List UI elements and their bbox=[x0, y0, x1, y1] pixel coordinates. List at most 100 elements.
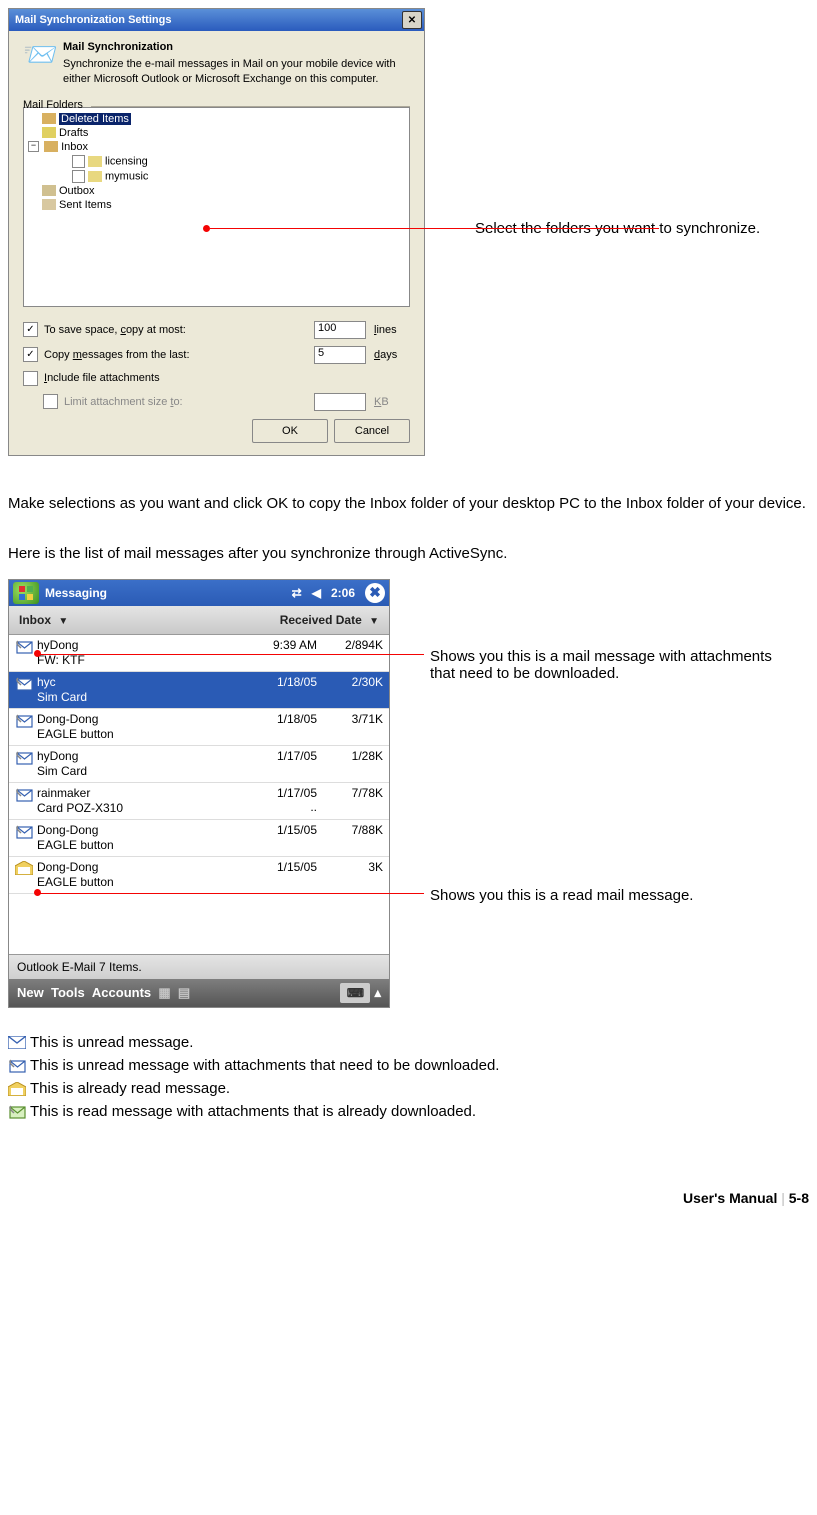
message-row[interactable]: Dong-DongEAGLE button1/18/053/71K bbox=[9, 709, 389, 746]
legend-unread-attach: This is unread message with attachments … bbox=[30, 1057, 499, 1074]
checkbox-copy-days[interactable]: ✓ bbox=[23, 347, 38, 362]
message-row[interactable]: Dong-DongEAGLE button1/15/057/88K bbox=[9, 820, 389, 857]
checkbox-limit-size bbox=[43, 394, 58, 409]
start-icon[interactable] bbox=[13, 582, 39, 604]
device-close-icon[interactable]: ✖ bbox=[365, 583, 385, 603]
sender: hyDong bbox=[37, 749, 243, 764]
mail-sync-icon: 📨 bbox=[23, 41, 63, 87]
subject: Card POZ-X310 bbox=[37, 801, 243, 816]
subject: FW: KTF bbox=[37, 653, 243, 668]
subject: Sim Card bbox=[37, 690, 243, 705]
label-copy-days: Copy messages from the last: bbox=[44, 349, 314, 361]
toolbar-icon-1[interactable]: ▦ bbox=[158, 985, 170, 1001]
message-date: 1/15/05 bbox=[243, 860, 317, 874]
device-status-text: Outlook E-Mail 7 Items. bbox=[9, 954, 389, 979]
message-row[interactable]: hycSim Card1/18/052/30K bbox=[9, 672, 389, 709]
message-date: 1/17/05 bbox=[243, 749, 317, 763]
device-statusbar: Messaging ⇄ ◀ 2:06 ✖ bbox=[9, 580, 389, 606]
unread-attach-icon bbox=[8, 1057, 30, 1074]
input-copy-days[interactable]: 5 bbox=[314, 346, 366, 364]
subject: EAGLE button bbox=[37, 838, 243, 853]
sender: hyDong bbox=[37, 638, 243, 653]
checkbox-include-attach[interactable] bbox=[23, 371, 38, 386]
message-row[interactable]: rainmakerCard POZ-X3101/17/05..7/78K bbox=[9, 783, 389, 820]
message-icon bbox=[15, 823, 37, 853]
dialog-heading: Mail Synchronization bbox=[63, 41, 410, 53]
tree-item-inbox[interactable]: − Inbox bbox=[28, 140, 405, 154]
legend-read-attach: This is read message with attachments th… bbox=[30, 1103, 476, 1120]
input-copy-lines[interactable]: 100 bbox=[314, 321, 366, 339]
icon-legend: This is unread message. This is unread m… bbox=[8, 1034, 809, 1120]
subject: EAGLE button bbox=[37, 727, 243, 742]
message-icon bbox=[15, 749, 37, 779]
tree-item-mymusic[interactable]: mymusic bbox=[28, 169, 405, 184]
close-icon[interactable]: ✕ bbox=[402, 11, 422, 29]
message-date: 1/15/05 bbox=[243, 823, 317, 837]
volume-icon[interactable]: ◀ bbox=[312, 586, 321, 600]
sender: hyc bbox=[37, 675, 243, 690]
label-include-attach: Include file attachments bbox=[44, 372, 410, 384]
keyboard-icon[interactable]: ⌨ bbox=[340, 983, 370, 1003]
sender: rainmaker bbox=[37, 786, 243, 801]
subject: Sim Card bbox=[37, 764, 243, 779]
sender: Dong-Dong bbox=[37, 860, 243, 875]
received-date-dropdown[interactable]: Received Date ▼ bbox=[280, 613, 379, 627]
dialog-title: Mail Synchronization Settings bbox=[15, 14, 171, 26]
unread-icon bbox=[8, 1034, 30, 1051]
unit-days: days bbox=[374, 349, 410, 361]
input-limit-size bbox=[314, 393, 366, 411]
legend-read: This is already read message. bbox=[30, 1080, 230, 1097]
message-date: 9:39 AM bbox=[243, 638, 317, 652]
menu-tools[interactable]: Tools bbox=[51, 985, 85, 1000]
paragraph-2: Here is the list of mail messages after … bbox=[8, 540, 809, 569]
clock-text[interactable]: 2:06 bbox=[331, 586, 355, 600]
legend-unread: This is unread message. bbox=[30, 1034, 193, 1051]
unit-kb: KB bbox=[374, 396, 410, 408]
dialog-description: Synchronize the e-mail messages in Mail … bbox=[63, 57, 410, 87]
message-row[interactable]: Dong-DongEAGLE button1/15/053K bbox=[9, 857, 389, 894]
folder-tree[interactable]: Deleted Items Drafts − Inbox licensing m… bbox=[23, 107, 410, 307]
tree-item-licensing[interactable]: licensing bbox=[28, 154, 405, 169]
sender: Dong-Dong bbox=[37, 823, 243, 838]
connectivity-icon[interactable]: ⇄ bbox=[292, 586, 302, 600]
device-screenshot: Messaging ⇄ ◀ 2:06 ✖ Inbox ▼ Received Da… bbox=[8, 579, 390, 1008]
dialog-titlebar[interactable]: Mail Synchronization Settings ✕ bbox=[9, 9, 424, 31]
read-attach-icon bbox=[8, 1103, 30, 1120]
message-icon bbox=[15, 712, 37, 742]
callout-attachment: Shows you this is a mail message with at… bbox=[430, 646, 800, 682]
tree-item-drafts[interactable]: Drafts bbox=[28, 126, 405, 140]
message-size: 3/71K bbox=[317, 712, 383, 742]
inbox-dropdown[interactable]: Inbox ▼ bbox=[19, 613, 68, 627]
chevron-up-icon[interactable]: ▴ bbox=[374, 985, 381, 1001]
unit-lines: lines bbox=[374, 324, 410, 336]
message-size: 7/78K bbox=[317, 786, 383, 816]
read-icon bbox=[8, 1080, 30, 1097]
message-icon bbox=[15, 860, 37, 890]
paragraph-1: Make selections as you want and click OK… bbox=[8, 490, 809, 519]
message-size: 2/894K bbox=[317, 638, 383, 668]
tree-item-sent[interactable]: Sent Items bbox=[28, 198, 405, 212]
tree-item-outbox[interactable]: Outbox bbox=[28, 184, 405, 198]
page-footer: User's Manual | 5-8 bbox=[8, 1190, 809, 1206]
message-icon bbox=[15, 675, 37, 705]
message-date: 1/18/05 bbox=[243, 675, 317, 689]
menu-accounts[interactable]: Accounts bbox=[92, 985, 151, 1000]
message-icon bbox=[15, 786, 37, 816]
menu-new[interactable]: New bbox=[17, 985, 44, 1000]
cancel-button[interactable]: Cancel bbox=[334, 419, 410, 443]
message-list: hyDongFW: KTF9:39 AM2/894KhycSim Card1/1… bbox=[9, 635, 389, 894]
mail-sync-dialog: Mail Synchronization Settings ✕ 📨 Mail S… bbox=[8, 8, 425, 456]
checkbox-copy-lines[interactable]: ✓ bbox=[23, 322, 38, 337]
label-limit-size: Limit attachment size to: bbox=[64, 396, 314, 408]
message-size: 3K bbox=[317, 860, 383, 890]
subject: EAGLE button bbox=[37, 875, 243, 890]
ok-button[interactable]: OK bbox=[252, 419, 328, 443]
message-size: 7/88K bbox=[317, 823, 383, 853]
message-size: 1/28K bbox=[317, 749, 383, 779]
app-title: Messaging bbox=[45, 586, 107, 600]
message-date: 1/18/05 bbox=[243, 712, 317, 726]
message-date: 1/17/05 bbox=[243, 786, 317, 800]
toolbar-icon-2[interactable]: ▤ bbox=[178, 985, 190, 1001]
tree-item-deleted[interactable]: Deleted Items bbox=[28, 112, 405, 126]
message-row[interactable]: hyDongSim Card1/17/051/28K bbox=[9, 746, 389, 783]
